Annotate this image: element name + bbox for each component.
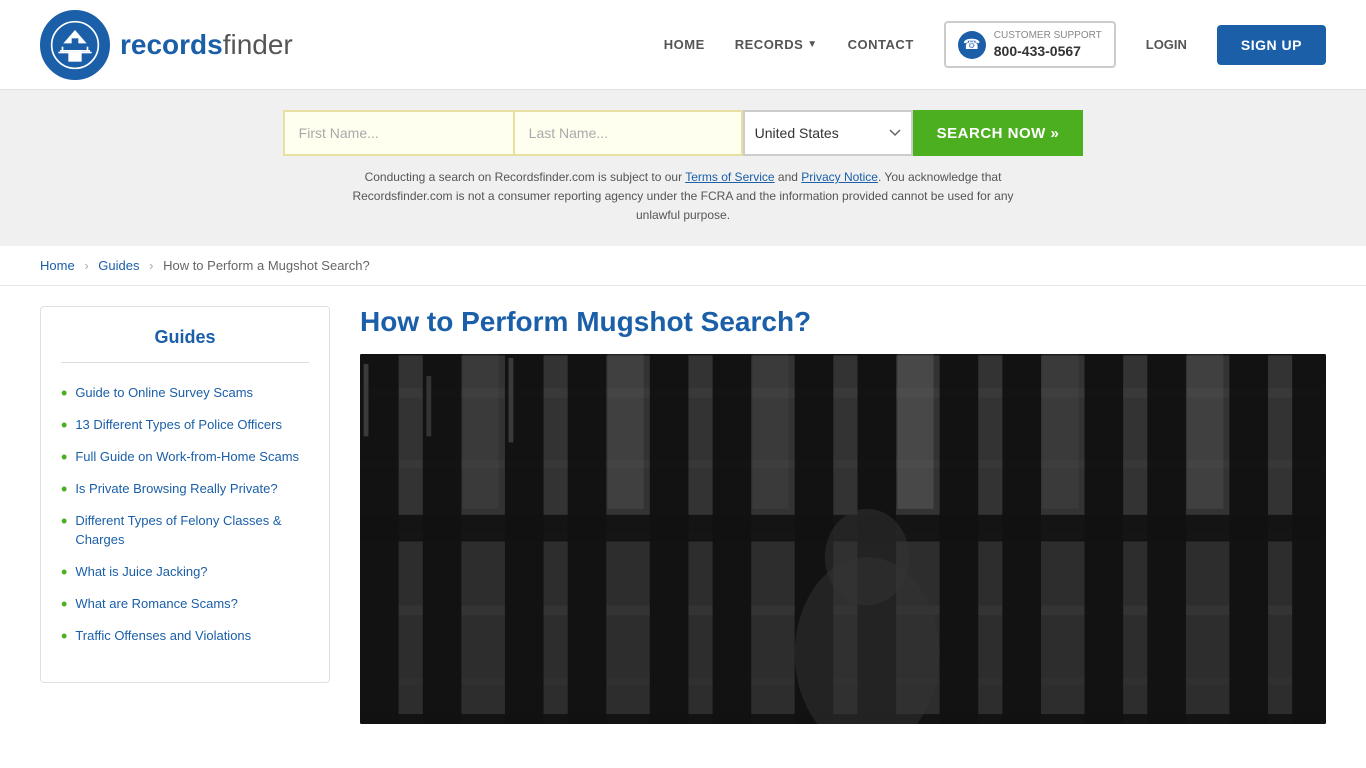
terms-of-service-link[interactable]: Terms of Service — [685, 170, 774, 184]
list-item: Guide to Online Survey Scams — [61, 377, 309, 409]
search-section: United States SEARCH NOW » Conducting a … — [0, 90, 1366, 246]
sidebar-link-juice-jacking[interactable]: What is Juice Jacking? — [75, 563, 207, 581]
guides-sidebar: Guides Guide to Online Survey Scams 13 D… — [40, 306, 330, 684]
breadcrumb: Home › Guides › How to Perform a Mugshot… — [0, 246, 1366, 286]
signup-button[interactable]: SIGN UP — [1217, 25, 1326, 65]
list-item: Full Guide on Work-from-Home Scams — [61, 441, 309, 473]
breadcrumb-guides[interactable]: Guides — [98, 258, 139, 273]
list-item: 13 Different Types of Police Officers — [61, 409, 309, 441]
sidebar-title: Guides — [61, 327, 309, 363]
article-title: How to Perform Mugshot Search? — [360, 306, 1326, 338]
logo-text: recordsfinder — [120, 29, 293, 61]
last-name-input[interactable] — [513, 110, 743, 156]
search-inputs-group: United States SEARCH NOW » — [283, 110, 1084, 156]
list-item: What are Romance Scams? — [61, 588, 309, 620]
sidebar-link-police-types[interactable]: 13 Different Types of Police Officers — [75, 416, 282, 434]
sidebar-link-felony-classes[interactable]: Different Types of Felony Classes & Char… — [75, 512, 309, 548]
nav-home[interactable]: HOME — [664, 37, 705, 52]
breadcrumb-current: How to Perform a Mugshot Search? — [163, 258, 370, 273]
customer-support-button[interactable]: ☎ CUSTOMER SUPPORT 800-433-0567 — [944, 21, 1116, 68]
search-disclaimer: Conducting a search on Recordsfinder.com… — [333, 168, 1033, 226]
sidebar-link-survey-scams[interactable]: Guide to Online Survey Scams — [75, 384, 253, 402]
sidebar-link-romance-scams[interactable]: What are Romance Scams? — [75, 595, 238, 613]
first-name-input[interactable] — [283, 110, 513, 156]
sidebar-guides-list: Guide to Online Survey Scams 13 Differen… — [61, 377, 309, 653]
state-select[interactable]: United States — [743, 110, 913, 156]
support-number: 800-433-0567 — [994, 42, 1102, 60]
list-item: Different Types of Felony Classes & Char… — [61, 505, 309, 555]
nav-contact[interactable]: CONTACT — [848, 37, 914, 52]
breadcrumb-sep-1: › — [84, 258, 88, 273]
logo-area: recordsfinder — [40, 10, 293, 80]
breadcrumb-sep-2: › — [149, 258, 153, 273]
main-nav: HOME RECORDS ▼ CONTACT ☎ CUSTOMER SUPPOR… — [664, 21, 1326, 68]
sidebar-link-private-browsing[interactable]: Is Private Browsing Really Private? — [75, 480, 277, 498]
chevron-down-icon: ▼ — [807, 39, 817, 50]
support-label: CUSTOMER SUPPORT — [994, 29, 1102, 42]
list-item: What is Juice Jacking? — [61, 556, 309, 588]
nav-records[interactable]: RECORDS ▼ — [735, 37, 818, 52]
search-now-button[interactable]: SEARCH NOW » — [913, 110, 1084, 156]
sidebar-link-work-from-home[interactable]: Full Guide on Work-from-Home Scams — [75, 448, 299, 466]
phone-icon: ☎ — [958, 31, 986, 59]
logo-icon — [40, 10, 110, 80]
breadcrumb-home[interactable]: Home — [40, 258, 75, 273]
login-button[interactable]: LOGIN — [1146, 37, 1187, 52]
main-content: Guides Guide to Online Survey Scams 13 D… — [0, 286, 1366, 744]
privacy-notice-link[interactable]: Privacy Notice — [801, 170, 878, 184]
site-header: recordsfinder HOME RECORDS ▼ CONTACT ☎ C… — [0, 0, 1366, 90]
sidebar-link-traffic-offenses[interactable]: Traffic Offenses and Violations — [75, 627, 251, 645]
list-item: Is Private Browsing Really Private? — [61, 473, 309, 505]
article-content: How to Perform Mugshot Search? — [360, 306, 1326, 724]
article-hero-image — [360, 354, 1326, 724]
list-item: Traffic Offenses and Violations — [61, 620, 309, 652]
